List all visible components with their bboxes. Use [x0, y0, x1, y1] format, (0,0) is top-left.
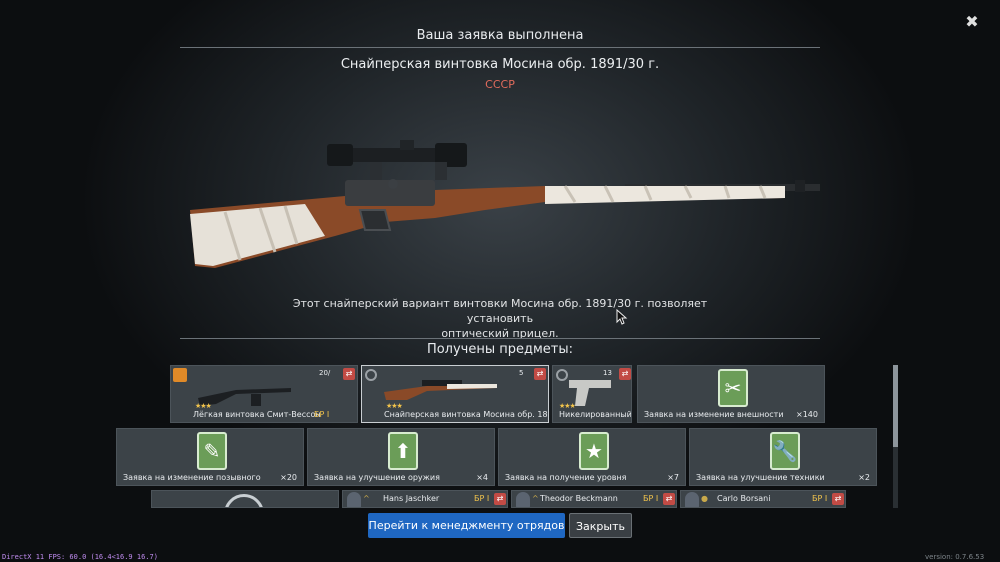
dialog-title: Ваша заявка выполнена: [416, 28, 584, 43]
item-nation: СССР: [485, 78, 515, 91]
wrench-icon: 🔧: [770, 432, 800, 470]
rank-badge-icon: [173, 368, 187, 382]
br-level: БР I: [812, 494, 828, 503]
divider: [180, 47, 820, 48]
reward-card[interactable]: 🔧 Заявка на улучшение техники ×2: [689, 428, 877, 486]
rank-icon: ^: [363, 494, 370, 503]
card-count: ×7: [667, 473, 679, 482]
soldier-name: Hans Jaschker: [383, 494, 440, 503]
rank-icon: ●: [701, 494, 708, 503]
swap-icon: ⇄: [494, 493, 506, 505]
divider: [180, 338, 820, 339]
rating-stars: ★★★: [559, 402, 576, 410]
card-count: ×20: [280, 473, 297, 482]
rifle-image: [190, 140, 820, 268]
soldier-name: Carlo Borsani: [717, 494, 771, 503]
reward-card[interactable]: 13 ⇄ ★★★ Никелированный Б: [552, 365, 632, 423]
card-label: Заявка на изменение внешности: [644, 410, 784, 419]
card-label: Заявка на изменение позывного: [123, 473, 261, 482]
card-label: Заявка на улучшение техники: [696, 473, 825, 482]
scissors-icon: ✂: [718, 369, 748, 407]
medal-icon: [365, 369, 377, 381]
ammo-count: 13: [603, 369, 612, 377]
soldier-avatar: [685, 492, 699, 507]
description-line-1: Этот снайперский вариант винтовки Мосина…: [292, 297, 708, 325]
card-label: Заявка на получение уровня: [505, 473, 627, 482]
mouse-cursor-icon: [616, 309, 628, 325]
card-count: ×2: [858, 473, 870, 482]
fps-counter: DirectX 11 FPS: 60.0 (16.4<16.9 16.7): [2, 553, 158, 561]
br-level: БР I: [643, 494, 659, 503]
manage-squads-button[interactable]: Перейти к менеджменту отрядов: [368, 513, 565, 538]
swap-icon: ⇄: [343, 368, 355, 380]
reward-card[interactable]: 20/ ⇄ ★★★ Лёгкая винтовка Смит-Вессон БР…: [170, 365, 358, 423]
received-title: Получены предметы:: [426, 342, 574, 357]
card-label: Снайперская винтовка Мосина обр. 1891: [384, 410, 549, 419]
soldier-card[interactable]: ● Carlo Borsani БР I ⇄: [680, 490, 846, 508]
item-name: Снайперская винтовка Мосина обр. 1891/30…: [340, 57, 660, 72]
swap-icon: ⇄: [832, 493, 844, 505]
br-level: БР I: [474, 494, 490, 503]
reward-card[interactable]: ✎ Заявка на изменение позывного ×20: [116, 428, 304, 486]
rank-icon: ^: [532, 494, 539, 503]
card-count: ×4: [476, 473, 488, 482]
version-label: version: 0.7.6.53: [925, 553, 985, 561]
swap-icon: ⇄: [619, 368, 631, 380]
ammo-count: 20/: [319, 369, 331, 377]
ammo-count: 5: [519, 369, 524, 377]
pencil-icon: ✎: [197, 432, 227, 470]
rifle-icon: [384, 380, 497, 400]
reward-card[interactable]: ⬆ Заявка на улучшение оружия ×4: [307, 428, 495, 486]
reward-card[interactable]: ✂ Заявка на изменение внешности ×140: [637, 365, 825, 423]
item-description: Этот снайперский вариант винтовки Мосина…: [260, 296, 740, 341]
swap-icon: ⇄: [663, 493, 675, 505]
reward-card[interactable]: [151, 490, 339, 508]
br-level: БР I: [314, 410, 330, 419]
soldier-card[interactable]: ^ Hans Jaschker БР I ⇄: [342, 490, 508, 508]
close-button[interactable]: Закрыть: [569, 513, 632, 538]
soldier-avatar: [516, 492, 530, 507]
rifle-icon: [198, 388, 291, 406]
soldier-card[interactable]: ^ Theodor Beckmann БР I ⇄: [511, 490, 677, 508]
medal-icon: [224, 494, 264, 507]
card-label: Заявка на улучшение оружия: [314, 473, 440, 482]
reward-card[interactable]: 5 ⇄ ★★★ Снайперская винтовка Мосина обр.…: [361, 365, 549, 423]
soldier-avatar: [347, 492, 361, 507]
rating-stars: ★★★: [386, 402, 403, 410]
scrollbar-thumb[interactable]: [893, 365, 898, 447]
swap-icon: ⇄: [534, 368, 546, 380]
close-icon[interactable]: ✖: [962, 12, 982, 32]
card-label: Лёгкая винтовка Смит-Вессон: [193, 410, 321, 419]
card-count: ×140: [796, 410, 818, 419]
card-label: Никелированный Б: [559, 410, 632, 419]
rating-stars: ★★★: [195, 402, 212, 410]
soldier-name: Theodor Beckmann: [540, 494, 618, 503]
arrow-up-icon: ⬆: [388, 432, 418, 470]
star-icon: ★: [579, 432, 609, 470]
reward-card[interactable]: ★ Заявка на получение уровня ×7: [498, 428, 686, 486]
